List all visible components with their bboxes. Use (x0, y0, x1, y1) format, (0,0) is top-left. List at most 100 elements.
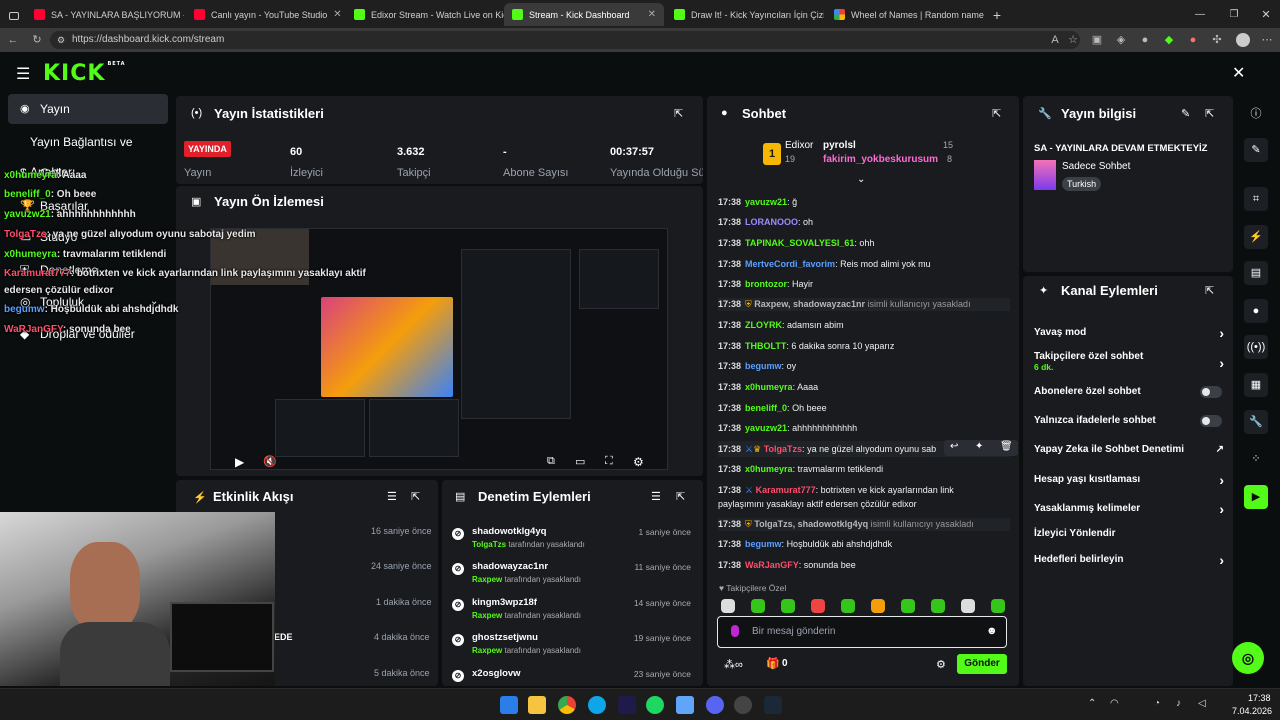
chat-message[interactable]: 17:38 LORANOOO: oh (718, 216, 1010, 229)
chat-message[interactable]: 17:38 x0humeyra: Aaaa (718, 381, 1010, 394)
wifi-icon[interactable]: ◔ (1154, 698, 1160, 709)
action-raid[interactable]: İzleyici Yönlendir (1034, 528, 1224, 539)
reload-icon[interactable]: ↻ (30, 33, 44, 47)
extension-icon[interactable]: ● (1138, 33, 1152, 47)
new-tab-button[interactable]: + (988, 3, 1006, 26)
sidebar-item-yayin[interactable]: ◉ Yayın (8, 94, 168, 124)
delete-icon[interactable]: 🗑 (1000, 441, 1013, 452)
mic-icon[interactable]: ♪ (1176, 698, 1181, 709)
emote[interactable] (751, 599, 765, 613)
tab-overview-icon[interactable] (4, 4, 24, 27)
chat-message[interactable]: 17:38 x0humeyra: travmalarım tetiklendi (718, 463, 1010, 476)
extension-icon[interactable]: ▣ (1090, 33, 1104, 47)
extensions-puzzle-icon[interactable]: ✣ (1210, 33, 1224, 47)
chat-message[interactable]: 17:38 yavuzw21: ğ (718, 196, 1010, 209)
action-banned-words[interactable]: Yasaklanmış kelimeler › (1034, 501, 1224, 517)
kick-logo[interactable]: KICK BETA (43, 61, 126, 86)
discord-icon[interactable] (706, 696, 724, 714)
send-button[interactable]: Gönder (957, 654, 1007, 674)
preview-video[interactable]: ▶ 🔇 ⧉ ▭ ⛶ ⚙ (210, 228, 668, 470)
moderation-row[interactable]: ⊘ shadowotklg4yq TolgaTzs tarafından yasak… (452, 526, 697, 560)
sidebar-item-stream-key[interactable]: Yayın Bağlantısı ve Anahtarı (8, 127, 168, 179)
chat-message[interactable]: 17:38 ⚔ Karamurat777: botrixten ve kick a… (718, 484, 1010, 497)
popout-icon[interactable]: ⇱ (1205, 284, 1214, 297)
video-icon[interactable]: ▶ (1244, 485, 1268, 509)
emoji-icon[interactable]: ☻ (986, 625, 998, 637)
wrench-icon[interactable]: 🔧 (1244, 410, 1268, 434)
popout-icon[interactable]: ⇱ (411, 490, 420, 503)
action-slow-mode[interactable]: Yavaş mod › (1034, 325, 1224, 341)
lightning-icon[interactable]: ⚡ (1244, 225, 1268, 249)
chat-message[interactable]: 17:38 WaRJanGFY: sonunda bee (718, 559, 1010, 572)
users-infinity-icon[interactable]: ⁂∞ (724, 658, 743, 671)
minimize-icon[interactable]: — (1190, 3, 1210, 26)
premiere-icon[interactable] (618, 696, 636, 714)
broadcast-icon[interactable]: ((•)) (1244, 335, 1268, 359)
tab-draw-it[interactable]: Draw It! - Kick Yayıncıları İçin Çizim✕ (666, 3, 824, 26)
spotify-icon[interactable] (646, 696, 664, 714)
action-goals[interactable]: Hedefleri belirleyin › (1034, 552, 1224, 568)
hamburger-menu-icon[interactable]: ☰ (16, 64, 30, 84)
emote[interactable] (961, 599, 975, 613)
screenshot-icon[interactable]: ⌗ (1244, 187, 1268, 211)
site-info-icon[interactable]: ⚙ (57, 31, 65, 49)
more-menu-icon[interactable]: ⋯ (1260, 33, 1274, 47)
filter-icon[interactable]: ☰ (387, 490, 397, 503)
chat-input-field[interactable]: Bir mesaj gönderin ☻ (717, 616, 1007, 648)
tab-youtube-studio[interactable]: Canlı yayın - YouTube Studio ✕ (186, 3, 344, 26)
steam-icon[interactable] (764, 696, 782, 714)
microphone-icon[interactable] (731, 625, 739, 637)
maximize-icon[interactable]: ❐ (1224, 3, 1244, 26)
close-icon[interactable]: ✕ (333, 9, 341, 20)
clock-time[interactable]: 17:38 (1248, 693, 1271, 703)
headset-icon[interactable]: ◠ (1110, 698, 1119, 709)
pin-toggle-icon[interactable]: ⌄ (857, 174, 865, 185)
support-chat-button[interactable]: ◎ (1232, 642, 1264, 674)
moderation-row[interactable]: ⊘ x2osglovw 23 saniye önce (452, 668, 697, 684)
tab-wheel-of-names[interactable]: Wheel of Names | Random name✕ (826, 3, 984, 26)
close-icon[interactable]: ✕ (648, 9, 656, 20)
emote[interactable] (991, 599, 1005, 613)
settings-gear-icon[interactable]: ⚙ (633, 455, 644, 469)
document-icon[interactable]: ▤ (1244, 261, 1268, 285)
chat-settings-gear-icon[interactable]: ⚙ (936, 658, 946, 671)
start-icon[interactable] (500, 696, 518, 714)
mute-icon[interactable]: 🔇 (263, 455, 277, 468)
chat-message[interactable]: 17:38 TAPINAK_SOVALYESI_61: ohh (718, 237, 1010, 250)
back-icon[interactable]: ← (6, 33, 20, 47)
favorite-star-icon[interactable]: ☆ (1066, 33, 1080, 47)
chat-message[interactable]: 17:38 MertveCordi_favorim: Reis mod alimi… (718, 258, 1010, 271)
pip-icon[interactable]: ⧉ (547, 455, 555, 468)
url-field[interactable]: ⚙ https://dashboard.kick.com/stream (50, 31, 1080, 49)
tray-chevron-icon[interactable]: ⌃ (1088, 698, 1096, 709)
popout-icon[interactable]: ⇱ (676, 490, 685, 503)
extension-icon[interactable]: ● (1186, 33, 1200, 47)
emote[interactable] (871, 599, 885, 613)
popout-icon[interactable]: ⇱ (1205, 107, 1214, 120)
edit-pencil-icon[interactable]: ✎ (1244, 138, 1268, 162)
chat-message[interactable]: 17:38 THBOLTT: 6 dakika sonra 10 yaparız (718, 340, 1010, 353)
chrome-icon[interactable] (558, 696, 576, 714)
reply-icon[interactable]: ↩ (950, 441, 958, 452)
chat-system-message[interactable]: 17:38 ⛨ TolgaTzs, shadowotklg4yq isimli k… (718, 518, 1010, 531)
obs-icon[interactable] (734, 696, 752, 714)
info-icon[interactable]: ⓘ (1244, 102, 1268, 126)
add-widget-icon[interactable]: ⁘ (1244, 447, 1268, 471)
profile-avatar-icon[interactable] (1236, 33, 1250, 47)
chat-message[interactable]: 17:38 yavuzw21: ahhhhhhhhhhhh (718, 422, 1010, 435)
chat-bubble-icon[interactable]: ● (1244, 299, 1268, 323)
chat-system-message[interactable]: 17:38 ⛨ Raxpew, shadowayzac1nr isimli kul… (718, 298, 1010, 311)
pin-icon[interactable]: ✦ (975, 441, 983, 452)
emote[interactable] (721, 599, 735, 613)
filter-icon[interactable]: ☰ (651, 490, 661, 503)
theater-icon[interactable]: ▭ (575, 455, 585, 468)
file-explorer-icon[interactable] (528, 696, 546, 714)
chat-message[interactable]: 17:38 ZLOYRK: adamsın abim (718, 319, 1010, 332)
window-close-icon[interactable]: ✕ (1256, 3, 1276, 26)
clock-date[interactable]: 7.04.2026 (1232, 706, 1272, 716)
tab-kick-edixor[interactable]: Edixor Stream - Watch Live on Kick✕ (346, 3, 504, 26)
emotes-only-toggle[interactable] (1200, 415, 1222, 427)
subs-only-toggle[interactable] (1200, 386, 1222, 398)
volume-icon[interactable]: ◁ (1198, 698, 1206, 709)
action-subs-only[interactable]: Abonelere özel sohbet (1034, 386, 1224, 398)
